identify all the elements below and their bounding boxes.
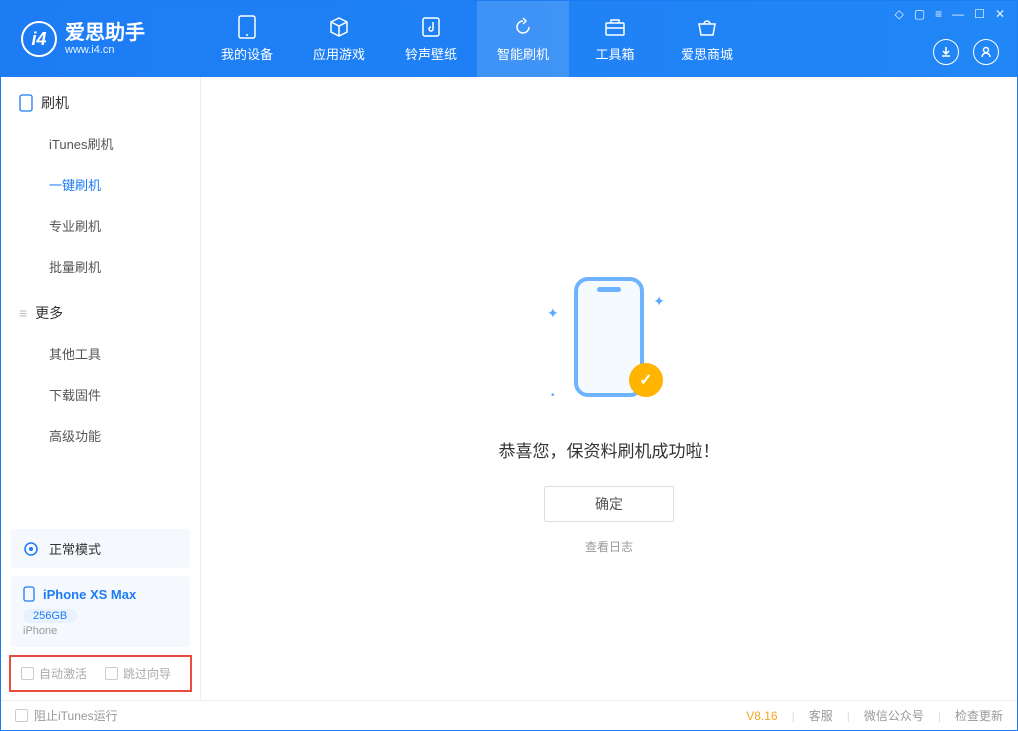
titlebar-icon[interactable]: ▢ [914,7,925,21]
version-label: V8.16 [746,709,777,723]
footer: 阻止iTunes运行 V8.16 | 客服 | 微信公众号 | 检查更新 [1,700,1017,730]
music-icon [419,15,443,39]
highlighted-checkbox-row: 自动激活 跳过向导 [9,655,192,692]
checkbox-icon [105,667,118,680]
footer-link-support[interactable]: 客服 [809,707,833,724]
menu-icon: ≡ [19,305,27,321]
nav-label: 工具箱 [595,44,634,63]
sidebar-item-advanced[interactable]: 高级功能 [1,415,200,456]
nav-tab-device[interactable]: 我的设备 [201,1,293,77]
sparkle-icon: • [551,390,555,401]
app-url: www.i4.cn [65,44,145,56]
nav-tab-toolbox[interactable]: 工具箱 [569,1,661,77]
nav-tab-flash[interactable]: 智能刷机 [477,1,569,77]
sidebar-section-more: ≡ 更多 [1,287,200,333]
checkbox-label: 自动激活 [39,665,87,682]
titlebar-icon[interactable]: ◇ [895,7,904,21]
header: i4 爱思助手 www.i4.cn 我的设备 应用游戏 铃声壁纸 智能刷机 工具… [1,1,1017,77]
logo-icon: i4 [21,21,57,57]
toolbox-icon [603,15,627,39]
sidebar: 刷机 iTunes刷机 一键刷机 专业刷机 批量刷机 ≡ 更多 其他工具 下载固… [1,77,201,700]
nav-tabs: 我的设备 应用游戏 铃声壁纸 智能刷机 工具箱 爱思商城 [201,1,753,77]
logo-area: i4 爱思助手 www.i4.cn [1,21,201,57]
capacity-badge: 256GB [23,609,77,623]
nav-label: 智能刷机 [497,44,549,63]
section-title: 更多 [35,303,63,323]
sidebar-item-oneclick-flash[interactable]: 一键刷机 [1,164,200,205]
success-illustration: ✓ ✦ ✦ • [549,277,669,417]
titlebar-icons: ◇ ▢ ≡ — ☐ ✕ [895,7,1005,21]
footer-link-update[interactable]: 检查更新 [955,707,1003,724]
checkbox-icon [21,667,34,680]
block-itunes-label[interactable]: 阻止iTunes运行 [34,707,118,724]
nav-label: 爱思商城 [681,44,733,63]
footer-link-wechat[interactable]: 微信公众号 [864,707,924,724]
app-name: 爱思助手 [65,22,145,44]
nav-label: 铃声壁纸 [405,44,457,63]
main-content: ✓ ✦ ✦ • 恭喜您，保资料刷机成功啦！ 确定 查看日志 [201,77,1017,700]
body: 刷机 iTunes刷机 一键刷机 专业刷机 批量刷机 ≡ 更多 其他工具 下载固… [1,77,1017,700]
sidebar-item-batch-flash[interactable]: 批量刷机 [1,246,200,287]
nav-tab-media[interactable]: 铃声壁纸 [385,1,477,77]
device-icon [23,586,35,602]
checkmark-badge-icon: ✓ [629,363,663,397]
divider: | [792,709,795,723]
device-block[interactable]: iPhone XS Max 256GB iPhone [11,576,190,647]
divider: | [847,709,850,723]
phone-small-icon [19,94,33,112]
titlebar-icon[interactable]: ≡ [935,7,942,21]
cube-icon [327,15,351,39]
mode-icon [23,541,39,557]
mode-label: 正常模式 [49,539,101,558]
checkbox-icon[interactable] [15,709,28,722]
header-right-icons [933,39,999,65]
device-name: iPhone XS Max [43,587,136,602]
sidebar-item-other-tools[interactable]: 其他工具 [1,333,200,374]
close-icon[interactable]: ✕ [995,7,1005,21]
mode-block[interactable]: 正常模式 [11,529,190,568]
user-icon[interactable] [973,39,999,65]
nav-tab-apps[interactable]: 应用游戏 [293,1,385,77]
store-icon [695,15,719,39]
checkbox-skip-guide[interactable]: 跳过向导 [105,665,171,682]
download-icon[interactable] [933,39,959,65]
minimize-icon[interactable]: — [952,7,964,21]
refresh-icon [511,15,535,39]
view-log-link[interactable]: 查看日志 [585,538,633,555]
footer-left: 阻止iTunes运行 [15,707,118,724]
success-message: 恭喜您，保资料刷机成功啦！ [499,437,720,462]
sidebar-section-flash: 刷机 [1,77,200,123]
checkbox-auto-activate[interactable]: 自动激活 [21,665,87,682]
device-blocks: 正常模式 iPhone XS Max 256GB iPhone 自动激活 跳过向… [1,521,200,700]
footer-right: V8.16 | 客服 | 微信公众号 | 检查更新 [746,707,1003,724]
checkbox-label: 跳过向导 [123,665,171,682]
sidebar-item-download-firmware[interactable]: 下载固件 [1,374,200,415]
sidebar-item-itunes-flash[interactable]: iTunes刷机 [1,123,200,164]
device-name-row: iPhone XS Max [23,586,178,602]
divider: | [938,709,941,723]
nav-label: 应用游戏 [313,44,365,63]
phone-icon [235,15,259,39]
device-type: iPhone [23,625,178,637]
sparkle-icon: ✦ [653,293,665,310]
maximize-icon[interactable]: ☐ [974,7,985,21]
sparkle-icon: ✦ [547,305,559,322]
nav-tab-store[interactable]: 爱思商城 [661,1,753,77]
sidebar-item-pro-flash[interactable]: 专业刷机 [1,205,200,246]
ok-button[interactable]: 确定 [544,486,674,522]
nav-label: 我的设备 [221,44,273,63]
section-title: 刷机 [41,93,69,113]
